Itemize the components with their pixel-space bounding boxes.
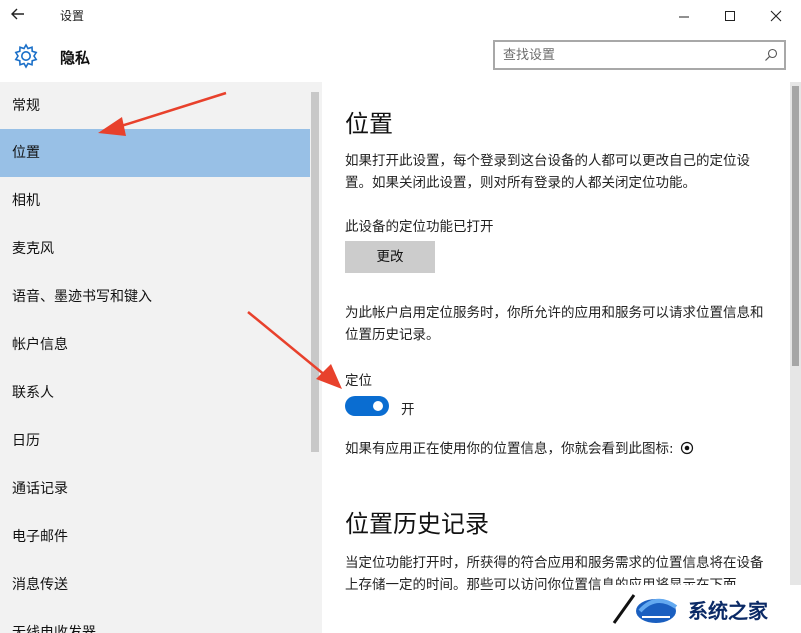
search-icon[interactable] <box>764 48 778 62</box>
sidebar-item-account-info[interactable]: 帐户信息 <box>0 321 310 369</box>
toggle-knob <box>373 401 383 411</box>
close-button[interactable] <box>753 2 799 30</box>
location-icon-note-text: 如果有应用正在使用你的位置信息，你就会看到此图标: <box>345 441 674 457</box>
settings-header: 隐私 <box>0 32 801 82</box>
window-title: 设置 <box>60 9 85 23</box>
sidebar-item-messaging[interactable]: 消息传送 <box>0 561 310 609</box>
change-button[interactable]: 更改 <box>345 241 435 273</box>
sidebar-item-speech-inking[interactable]: 语音、墨迹书写和键入 <box>0 273 310 321</box>
watermark-text: 系统之家 <box>688 599 768 623</box>
sidebar-item-microphone[interactable]: 麦克风 <box>0 225 310 273</box>
page-title: 位置 <box>345 110 393 138</box>
location-in-use-icon <box>680 441 693 455</box>
back-arrow-icon <box>11 8 24 20</box>
sidebar-scrollbar[interactable] <box>311 92 319 452</box>
minimize-icon <box>679 16 689 18</box>
toggle-state-text: 开 <box>401 402 415 418</box>
sidebar-item-contacts[interactable]: 联系人 <box>0 369 310 417</box>
watermark-logo-icon <box>612 594 678 624</box>
sidebar-item-email[interactable]: 电子邮件 <box>0 513 310 561</box>
sidebar-item-radios[interactable]: 无线电收发器 <box>0 609 310 633</box>
sidebar: 常规 位置 相机 麦克风 语音、墨迹书写和键入 帐户信息 联系人 日历 通话记录… <box>0 82 322 633</box>
account-location-description: 为此帐户启用定位服务时，你所允许的应用和服务可以请求位置信息和位置历史记录。 <box>345 305 764 343</box>
title-bar: 设置 <box>0 0 801 32</box>
main-scrollbar-thumb[interactable] <box>792 86 799 366</box>
maximize-icon <box>725 11 735 21</box>
gear-icon <box>14 43 38 69</box>
location-history-title: 位置历史记录 <box>345 510 489 538</box>
minimize-button[interactable] <box>661 2 707 30</box>
location-intro-text: 如果打开此设置，每个登录到这台设备的人都可以更改自己的定位设置。如果关闭此设置，… <box>345 153 750 191</box>
sidebar-item-general[interactable]: 常规 <box>0 82 310 130</box>
location-label: 定位 <box>345 373 372 389</box>
back-button[interactable] <box>8 4 36 28</box>
close-icon <box>770 10 782 22</box>
search-box[interactable] <box>493 40 786 70</box>
device-location-status: 此设备的定位功能已打开 <box>345 219 494 235</box>
sidebar-item-calendar[interactable]: 日历 <box>0 417 310 465</box>
location-toggle[interactable] <box>345 396 389 416</box>
sidebar-item-call-history[interactable]: 通话记录 <box>0 465 310 513</box>
search-input[interactable] <box>503 46 753 64</box>
location-icon-note: 如果有应用正在使用你的位置信息，你就会看到此图标: <box>345 437 694 457</box>
watermark: 系统之家 <box>600 585 801 633</box>
maximize-button[interactable] <box>707 2 753 30</box>
main-content: 位置 如果打开此设置，每个登录到这台设备的人都可以更改自己的定位设置。如果关闭此… <box>322 82 801 633</box>
main-scrollbar[interactable] <box>790 82 801 633</box>
section-title: 隐私 <box>60 49 91 67</box>
sidebar-item-camera[interactable]: 相机 <box>0 177 310 225</box>
sidebar-item-location[interactable]: 位置 <box>0 129 310 177</box>
